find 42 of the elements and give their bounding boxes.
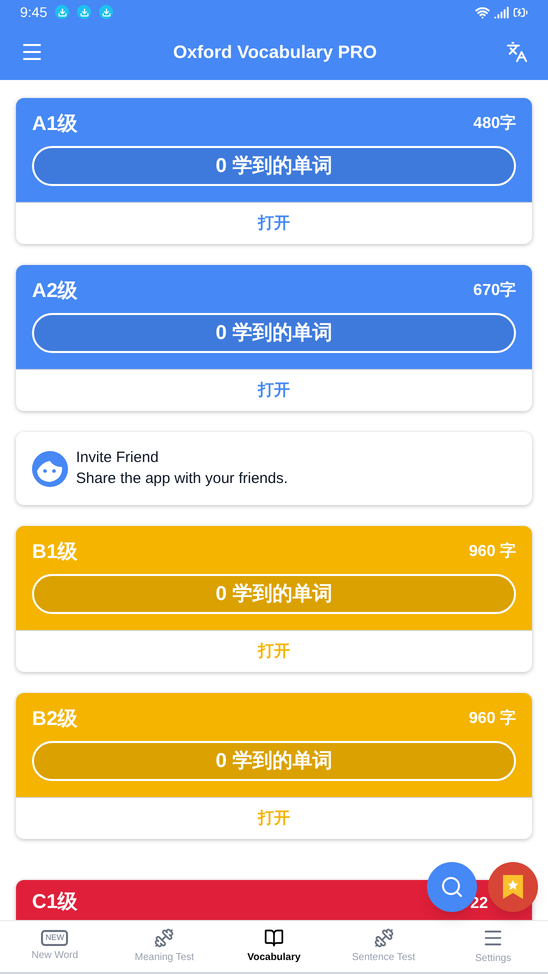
word-count: 960 字 (468, 708, 516, 730)
new-icon: NEW (41, 930, 68, 946)
nav-tab[interactable]: NEW New Word (0, 921, 110, 972)
open-button[interactable]: 打开 (16, 202, 532, 244)
word-count: 960 字 (468, 541, 516, 562)
level-title: B2级 (32, 707, 78, 732)
status-time: 9:45 (20, 3, 48, 22)
nav-tab[interactable]: Sentence Test (328, 921, 438, 972)
download-icon (99, 5, 114, 19)
invite-card[interactable]: Invite Friend Share the app with your friends. (16, 432, 532, 506)
level-title: A1级 (32, 112, 78, 137)
level-title: C1级 (32, 890, 78, 916)
level-title: A2级 (32, 279, 78, 304)
search-icon (440, 875, 464, 899)
dumbbell-icon (374, 928, 394, 948)
open-button[interactable]: 打开 (16, 797, 532, 840)
signal-icon (494, 4, 509, 20)
nav-tab[interactable]: Vocabulary (219, 921, 329, 972)
app-title: Oxford Vocabulary PRO (173, 41, 377, 64)
word-count: 670字 (473, 280, 516, 301)
wifi-icon (475, 4, 490, 20)
face-icon (32, 450, 68, 487)
progress-button[interactable]: 0 学到的单词 (32, 313, 516, 353)
translate-icon (506, 41, 528, 63)
progress-button[interactable]: 0 学到的单词 (32, 146, 516, 186)
nav-tab[interactable]: Meaning Test (110, 921, 220, 972)
invite-title: Invite Friend (76, 448, 160, 468)
word-count: 480字 (473, 113, 516, 134)
translate-button[interactable] (506, 41, 528, 63)
progress-button[interactable]: 0 学到的单词 (32, 741, 516, 782)
progress-button[interactable]: 0 学到的单词 (32, 574, 516, 614)
download-icon (55, 5, 70, 19)
download-icon (77, 5, 92, 19)
open-button[interactable]: 打开 (16, 630, 532, 672)
book-icon (264, 928, 284, 948)
nav-tab[interactable]: Settings (438, 921, 548, 972)
open-button[interactable]: 打开 (16, 369, 532, 411)
bookmark-star-icon (502, 874, 524, 900)
level-title: B1级 (32, 540, 78, 566)
bookmark-button[interactable] (488, 862, 538, 912)
invite-subtitle: Share the app with your friends. (76, 468, 288, 489)
dumbbell-icon (154, 928, 174, 948)
